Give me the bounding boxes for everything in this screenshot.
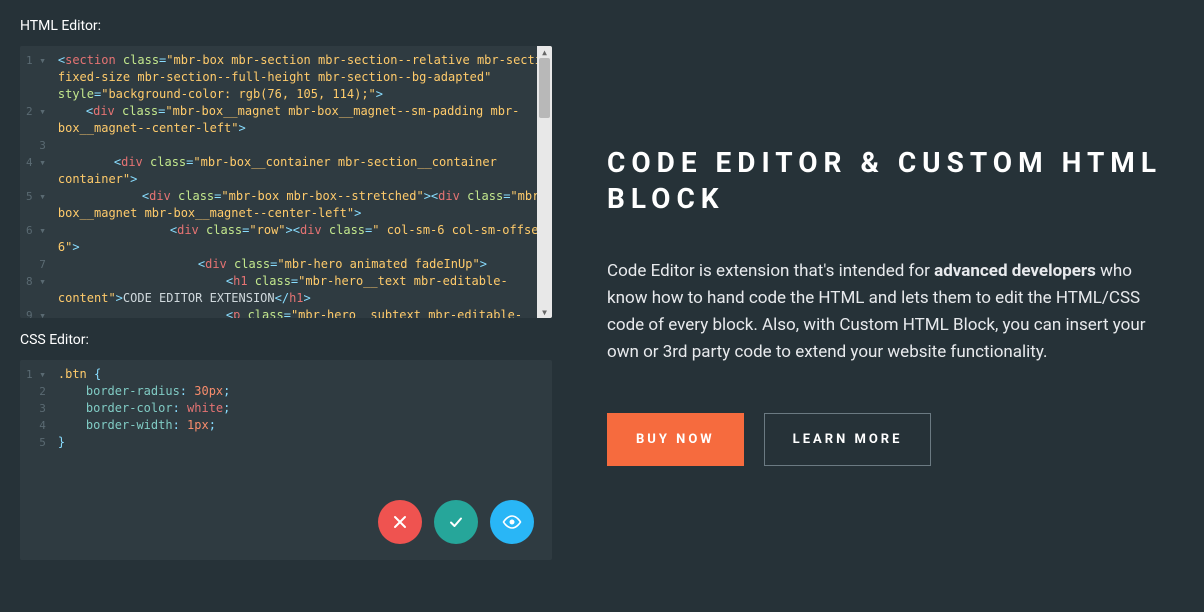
cancel-button[interactable] xyxy=(378,500,422,544)
content-panel: CODE EDITOR & CUSTOM HTML BLOCK Code Edi… xyxy=(552,0,1204,612)
desc-pre: Code Editor is extension that's intended… xyxy=(607,261,934,281)
eye-icon xyxy=(502,515,522,529)
desc-bold: advanced developers xyxy=(934,261,1096,281)
scroll-up-icon[interactable]: ▲ xyxy=(537,46,552,58)
check-icon xyxy=(448,514,464,530)
close-icon xyxy=(393,515,407,529)
scroll-thumb[interactable] xyxy=(539,58,550,118)
page-description: Code Editor is extension that's intended… xyxy=(607,258,1167,367)
html-editor-label: HTML Editor: xyxy=(20,18,552,34)
editor-action-buttons xyxy=(378,500,534,544)
cta-row: BUY NOW LEARN MORE xyxy=(607,413,1174,466)
learn-more-button[interactable]: LEARN MORE xyxy=(764,413,932,466)
confirm-button[interactable] xyxy=(434,500,478,544)
buy-now-button[interactable]: BUY NOW xyxy=(607,413,744,466)
css-editor-section: CSS Editor: 1 ▾2345 .btn {border-radius:… xyxy=(20,332,552,560)
html-code-pane[interactable]: 1 ▾2 ▾34 ▾5 ▾6 ▾78 ▾9 ▾ <section class="… xyxy=(20,46,552,318)
editor-panel: HTML Editor: 1 ▾2 ▾34 ▾5 ▾6 ▾78 ▾9 ▾ <se… xyxy=(0,0,552,612)
html-code-body[interactable]: <section class="mbr-box mbr-section mbr-… xyxy=(54,46,552,318)
page-heading: CODE EDITOR & CUSTOM HTML BLOCK xyxy=(607,145,1174,218)
preview-button[interactable] xyxy=(490,500,534,544)
css-code-pane[interactable]: 1 ▾2345 .btn {border-radius: 30px;border… xyxy=(20,360,552,560)
html-scrollbar[interactable]: ▲ ▼ xyxy=(537,46,552,318)
css-editor-label: CSS Editor: xyxy=(20,332,552,348)
css-gutter: 1 ▾2345 xyxy=(20,360,54,560)
html-editor-section: HTML Editor: 1 ▾2 ▾34 ▾5 ▾6 ▾78 ▾9 ▾ <se… xyxy=(20,18,552,318)
html-gutter: 1 ▾2 ▾34 ▾5 ▾6 ▾78 ▾9 ▾ xyxy=(20,46,54,318)
scroll-down-icon[interactable]: ▼ xyxy=(537,306,552,318)
